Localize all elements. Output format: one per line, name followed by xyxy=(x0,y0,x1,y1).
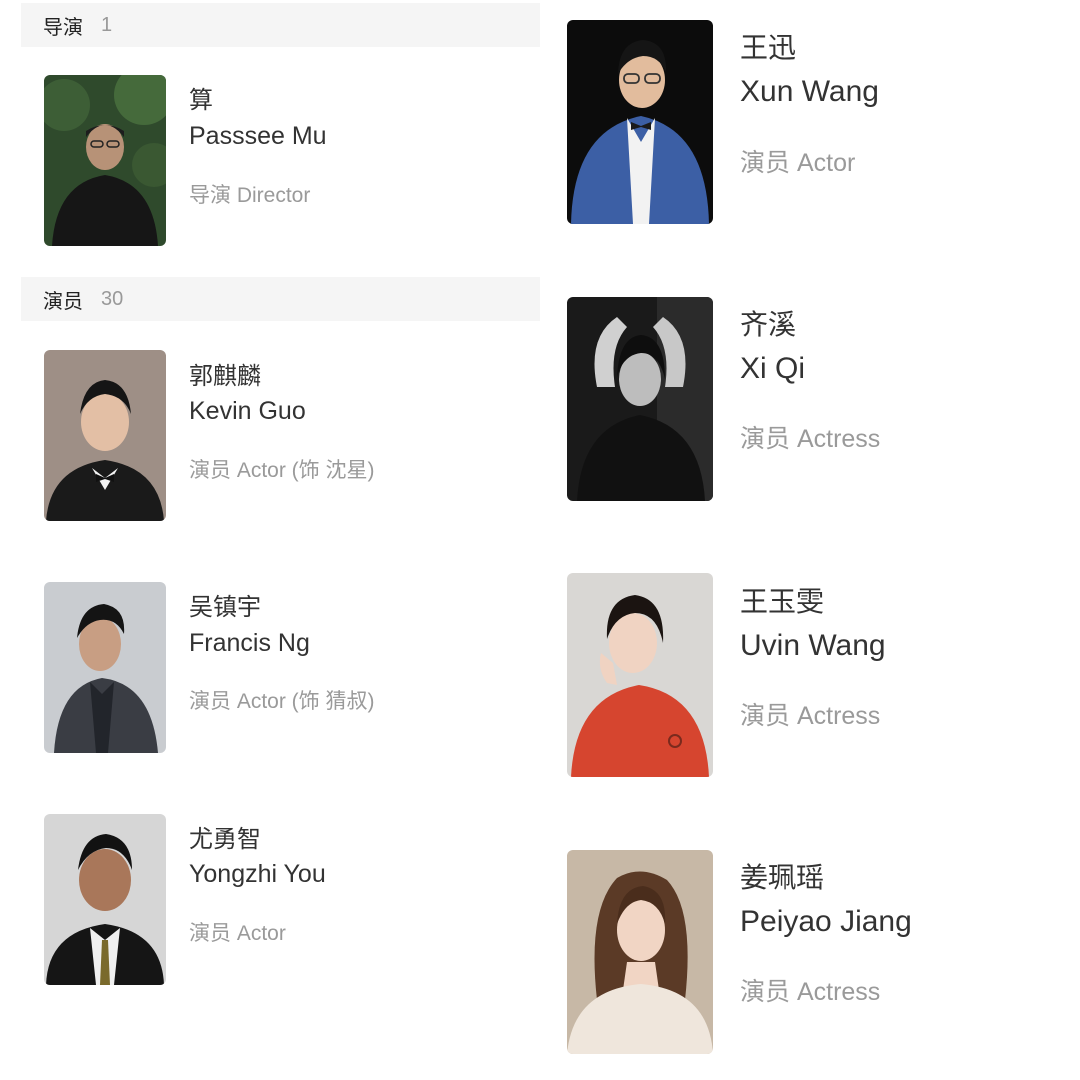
person-name-cn: 齐溪 xyxy=(740,309,797,340)
person-photo[interactable] xyxy=(567,297,713,501)
person-photo[interactable] xyxy=(44,582,166,753)
section-title: 导演 xyxy=(43,16,83,39)
person-photo[interactable] xyxy=(44,350,166,521)
person-name-en: Kevin Guo xyxy=(189,397,306,425)
person-photo[interactable] xyxy=(567,850,713,1054)
person-name-cn: 王玉雯 xyxy=(740,586,825,617)
person-name-cn: 郭麒麟 xyxy=(189,363,261,390)
person-role: 演员 Actress xyxy=(740,702,881,730)
person-role: 演员 Actor (饰 沈星) xyxy=(189,459,375,482)
person-name-cn: 王迅 xyxy=(740,32,797,63)
person-role: 演员 Actor xyxy=(189,922,286,945)
section-title: 演员 xyxy=(43,290,83,313)
person-name-en: Xi Qi xyxy=(740,352,806,385)
section-count: 1 xyxy=(101,13,113,36)
person-name-en: Uvin Wang xyxy=(740,629,886,662)
person-role: 演员 Actor (饰 猜叔) xyxy=(189,690,375,713)
person-name-en: Francis Ng xyxy=(189,629,310,657)
person-name-cn: 姜珮瑶 xyxy=(740,862,825,893)
person-photo[interactable] xyxy=(567,20,713,224)
person-name-cn: 吴镇宇 xyxy=(189,594,261,621)
person-name-en: Passsee Mu xyxy=(189,122,327,150)
person-name-cn: 算 xyxy=(189,87,213,114)
person-role: 导演 Director xyxy=(189,184,311,207)
cast-crew-page: 导演 1 演员 30 算 Passsee Mu 导演 Director 郭麒麟 … xyxy=(0,0,1080,1080)
person-role: 演员 Actor xyxy=(740,149,856,177)
person-photo[interactable] xyxy=(567,573,713,777)
person-photo[interactable] xyxy=(44,814,166,985)
person-photo[interactable] xyxy=(44,75,166,246)
person-name-en: Yongzhi You xyxy=(189,860,326,888)
person-role: 演员 Actress xyxy=(740,425,881,453)
section-count: 30 xyxy=(101,287,124,310)
person-name-en: Peiyao Jiang xyxy=(740,905,912,938)
person-name-en: Xun Wang xyxy=(740,75,879,108)
section-header-cast: 演员 30 xyxy=(21,277,540,321)
person-name-cn: 尤勇智 xyxy=(189,826,261,853)
section-header-director: 导演 1 xyxy=(21,3,540,47)
person-role: 演员 Actress xyxy=(740,978,881,1006)
